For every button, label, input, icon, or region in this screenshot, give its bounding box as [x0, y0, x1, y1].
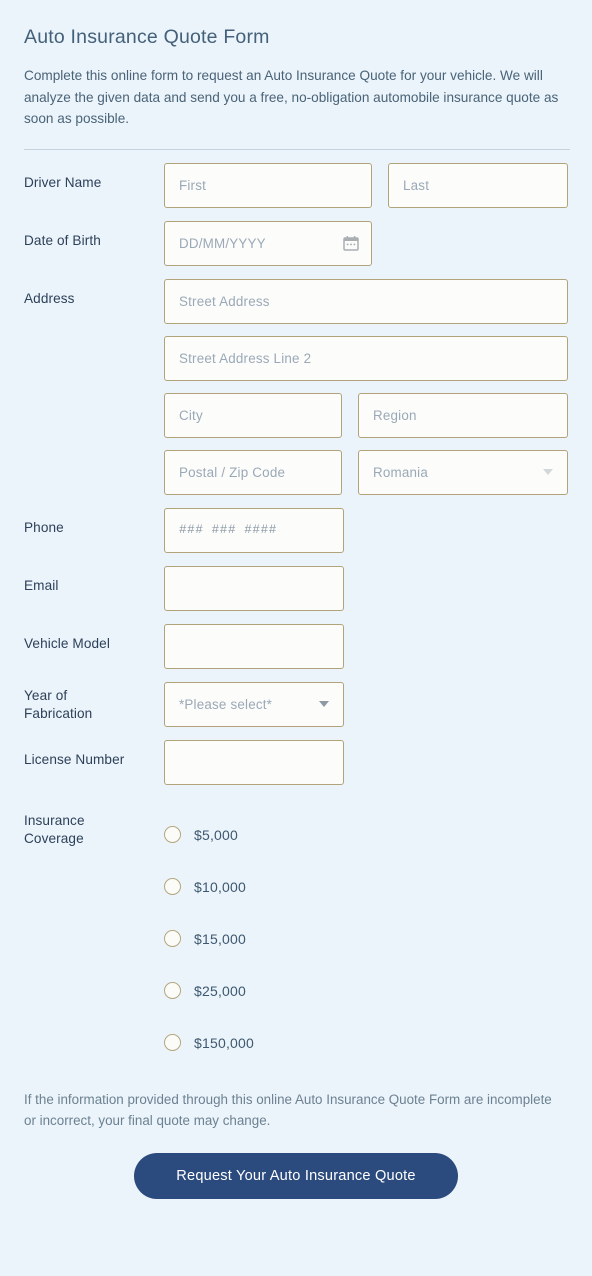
street-address-line2-placeholder: Street Address Line 2	[179, 350, 312, 366]
chevron-down-icon[interactable]	[543, 469, 553, 475]
controls-year-of-fabrication: *Please select*	[164, 681, 568, 727]
disclaimer-note: If the information provided through this…	[24, 1091, 552, 1128]
request-quote-button[interactable]: Request Your Auto Insurance Quote	[134, 1152, 458, 1199]
form-description: Complete this online form to request an …	[24, 68, 559, 126]
submit-button-wrapper: Request Your Auto Insurance Quote	[24, 1152, 568, 1199]
controls-date-of-birth: DD/MM/YYYY	[164, 220, 568, 266]
label-insurance-coverage-line1: Insurance	[24, 812, 85, 828]
year-of-fabrication-selected-value: *Please select*	[179, 696, 273, 712]
radio-label: $10,000	[194, 878, 247, 895]
region-input[interactable]: Region	[358, 392, 568, 438]
date-of-birth-input[interactable]: DD/MM/YYYY	[164, 220, 372, 266]
first-name-placeholder: First	[179, 177, 207, 193]
radio-circle-icon[interactable]	[164, 878, 181, 895]
city-placeholder: City	[179, 407, 203, 423]
radio-circle-icon[interactable]	[164, 982, 181, 999]
label-license-number: License Number	[24, 751, 125, 767]
header-divider	[24, 148, 570, 150]
email-input[interactable]	[164, 565, 344, 611]
street-address-placeholder: Street Address	[179, 293, 270, 309]
postal-code-input[interactable]: Postal / Zip Code	[164, 449, 342, 495]
date-of-birth-placeholder: DD/MM/YYYY	[179, 235, 266, 251]
radio-label: $5,000	[194, 826, 239, 843]
radio-option-150000[interactable]: $150,000	[164, 1017, 568, 1069]
field-row-vehicle-model: Vehicle Model	[24, 623, 568, 669]
country-selected-value: Romania	[373, 464, 428, 480]
controls-email	[164, 565, 568, 611]
label-year-of-fabrication-line1: Year of	[24, 687, 68, 703]
label-year-of-fabrication: Year of Fabrication	[24, 682, 164, 723]
chevron-down-icon[interactable]	[319, 701, 329, 707]
field-row-insurance-coverage: Insurance Coverage $5,000 $10,000 $15,00…	[24, 807, 568, 1069]
field-row-date-of-birth: Date of Birth DD/MM/YYYY	[24, 220, 568, 266]
radio-option-25000[interactable]: $25,000	[164, 965, 568, 1017]
label-phone: Phone	[24, 519, 64, 535]
radio-label: $150,000	[194, 1034, 254, 1051]
controls-license-number	[164, 739, 568, 785]
radio-label: $25,000	[194, 982, 247, 999]
label-insurance-coverage-line2: Coverage	[24, 830, 84, 846]
street-address-line2-input[interactable]: Street Address Line 2	[164, 335, 568, 381]
license-number-input[interactable]	[164, 739, 344, 785]
auto-insurance-quote-form-page: Auto Insurance Quote Form Complete this …	[0, 0, 592, 1276]
radio-circle-icon[interactable]	[164, 826, 181, 843]
phone-placeholder: ### ### ####	[179, 523, 277, 537]
label-address: Address	[24, 290, 75, 306]
calendar-icon[interactable]	[343, 235, 359, 251]
country-select[interactable]: Romania	[358, 449, 568, 495]
region-placeholder: Region	[373, 407, 417, 423]
insurance-coverage-radio-group: $5,000 $10,000 $15,000 $25,000 $150,000	[164, 807, 568, 1069]
radio-option-5000[interactable]: $5,000	[164, 809, 568, 861]
field-row-year-of-fabrication: Year of Fabrication *Please select*	[24, 681, 568, 727]
radio-circle-icon[interactable]	[164, 1034, 181, 1051]
first-name-input[interactable]: First	[164, 162, 372, 208]
label-driver-name: Driver Name	[24, 174, 102, 190]
controls-address: Street Address Street Address Line 2 Cit…	[164, 278, 568, 495]
radio-option-10000[interactable]: $10,000	[164, 861, 568, 913]
vehicle-model-input[interactable]	[164, 623, 344, 669]
controls-phone: ### ### ####	[164, 507, 568, 553]
postal-code-placeholder: Postal / Zip Code	[179, 464, 286, 480]
label-email: Email	[24, 577, 59, 593]
label-year-of-fabrication-line2: Fabrication	[24, 705, 93, 721]
field-row-address: Address Street Address Street Address Li…	[24, 278, 568, 495]
field-row-phone: Phone ### ### ####	[24, 507, 568, 553]
field-row-email: Email	[24, 565, 568, 611]
last-name-placeholder: Last	[403, 177, 430, 193]
controls-driver-name: First Last	[164, 162, 568, 208]
field-row-license-number: License Number	[24, 739, 568, 785]
radio-circle-icon[interactable]	[164, 930, 181, 947]
radio-label: $15,000	[194, 930, 247, 947]
field-row-driver-name: Driver Name First Last	[24, 162, 568, 208]
phone-input[interactable]: ### ### ####	[164, 507, 344, 553]
radio-option-15000[interactable]: $15,000	[164, 913, 568, 965]
label-date-of-birth: Date of Birth	[24, 232, 101, 248]
label-insurance-coverage: Insurance Coverage	[24, 807, 164, 848]
street-address-input[interactable]: Street Address	[164, 278, 568, 324]
city-input[interactable]: City	[164, 392, 342, 438]
page-title: Auto Insurance Quote Form	[24, 26, 270, 48]
last-name-input[interactable]: Last	[388, 162, 568, 208]
year-of-fabrication-select[interactable]: *Please select*	[164, 681, 344, 727]
controls-vehicle-model	[164, 623, 568, 669]
label-vehicle-model: Vehicle Model	[24, 635, 110, 651]
